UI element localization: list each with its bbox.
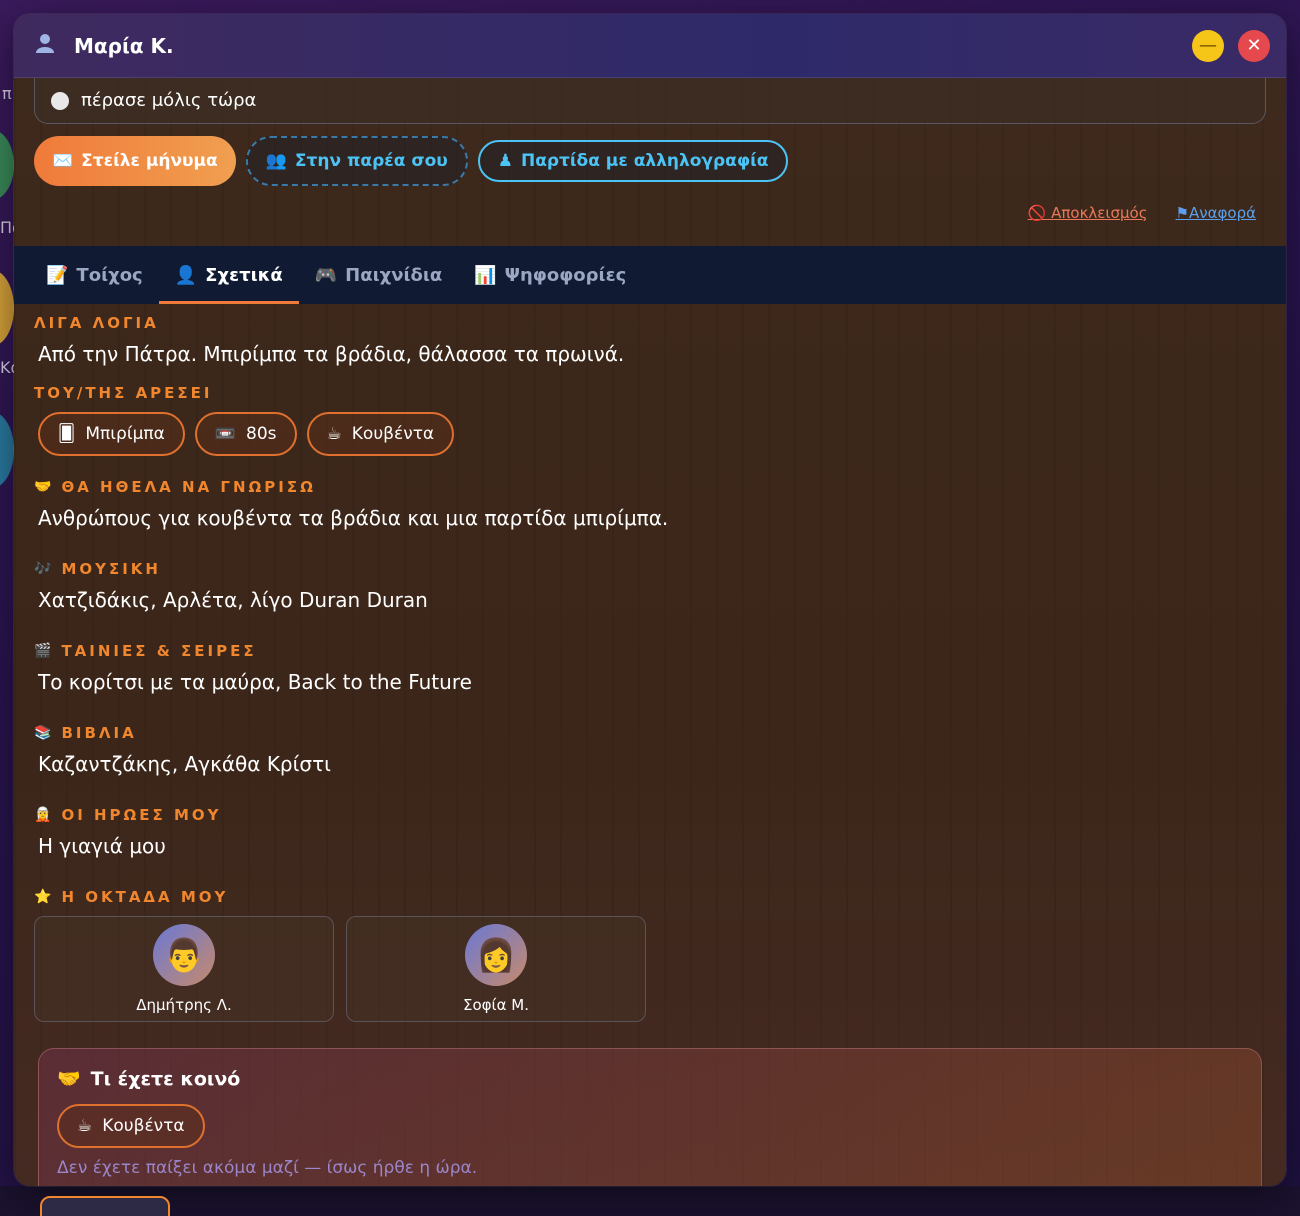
likes-list: 🂠 Μπιρίμπα 📼 80s ☕ Κουβέντα	[38, 412, 1266, 456]
background-bottom-bar	[0, 1186, 1300, 1216]
background-avatar	[0, 270, 14, 346]
heroes-text: Η γιαγιά μου	[38, 834, 166, 858]
like-chip[interactable]: 🂠 Μπιρίμπα	[38, 412, 185, 456]
flag-icon: ⚑	[1175, 204, 1189, 222]
team-member-name: Δημήτρης Λ.	[136, 996, 232, 1014]
bio-heading: ΛΙΓΑ ΛΟΓΙΑ	[34, 314, 159, 332]
bio-text: Από την Πάτρα. Μπιρίμπα τα βράδια, θάλασ…	[38, 342, 625, 366]
presence-text: πέρασε μόλις τώρα	[81, 90, 257, 111]
team-member-card[interactable]: 👨 Δημήτρης Λ.	[34, 916, 334, 1022]
common-note: Δεν έχετε παίξει ακόμα μαζί — ίσως ήρθε …	[57, 1158, 478, 1178]
correspondence-game-button[interactable]: ♟ Παρτίδα με αλληλογραφία	[477, 140, 789, 182]
tab-label: Ψηφοφορίες	[504, 264, 627, 286]
presence-status: πέρασε μόλις τώρα	[34, 78, 1266, 124]
meet-label: ΘΑ ΗΘΕΛΑ ΝΑ ΓΝΩΡΙΣΩ	[61, 478, 316, 496]
tab-label: Σχετικά	[205, 264, 283, 286]
chess-pawn-icon: ♟	[497, 151, 513, 171]
movies-text: Το κορίτσι με τα μαύρα, Back to the Futu…	[38, 670, 472, 694]
background-fragment: π	[2, 84, 12, 103]
team-member-card[interactable]: 👩 Σοφία Μ.	[346, 916, 646, 1022]
minimize-button[interactable]: —	[1192, 29, 1224, 62]
common-interest-label: Κουβέντα	[102, 1116, 185, 1136]
tab-about[interactable]: 👤 Σχετικά	[158, 246, 299, 304]
heroes-label: ΟΙ ΗΡΩΕΣ ΜΟΥ	[61, 806, 222, 824]
movies-label: ΤΑΙΝΙΕΣ & ΣΕΙΡΕΣ	[61, 642, 257, 660]
presence-dot-icon	[51, 91, 69, 110]
common-heading: 🤝 Τι έχετε κοινό	[57, 1067, 1243, 1091]
profile-tabs: 📝 Τοίχος 👤 Σχετικά 🎮 Παιχνίδια 📊 Ψηφοφορ…	[14, 246, 1286, 304]
profile-window: Μαρία Κ. — ✕ πέρασε μόλις τώρα ✉️ Στείλε…	[14, 14, 1286, 1186]
card-icon: 🂠	[58, 424, 76, 444]
user-icon: 👤	[174, 264, 198, 286]
team-heading: ⭐ Η ΟΚΤΑΔΑ ΜΟΥ	[34, 888, 1266, 906]
background-avatar	[0, 130, 14, 200]
report-link[interactable]: ⚑Αναφορά	[1176, 204, 1256, 222]
gamepad-icon: 🎮	[314, 264, 338, 286]
like-label: Μπιρίμπα	[85, 424, 165, 444]
profile-actions: ✉️ Στείλε μήνυμα 👥 Στην παρέα σου ♟ Παρτ…	[34, 136, 1286, 186]
coffee-icon: ☕	[77, 1116, 93, 1136]
star-icon: ⭐	[34, 889, 52, 905]
memo-icon: 📝	[46, 264, 69, 286]
hero-icon: 🧝	[34, 807, 52, 823]
moderation-links: 🚫 Αποκλεισμός ⚑Αναφορά	[1028, 204, 1256, 222]
about-section: ΛΙΓΑ ΛΟΓΙΑ Από την Πάτρα. Μπιρίμπα τα βρ…	[34, 314, 1266, 1022]
likes-heading: ΤΟΥ/ΤΗΣ ΑΡΕΣΕΙ	[34, 384, 213, 402]
tab-wall[interactable]: 📝 Τοίχος	[30, 246, 159, 304]
tab-games[interactable]: 🎮 Παιχνίδια	[299, 246, 459, 304]
books-text: Καζαντζάκης, Αγκάθα Κρίστι	[38, 752, 331, 776]
books-label: ΒΙΒΛΙΑ	[61, 724, 137, 742]
block-icon: 🚫	[1027, 204, 1047, 222]
team-label: Η ΟΚΤΑΔΑ ΜΟΥ	[61, 888, 229, 906]
books-icon: 📚	[34, 725, 52, 741]
user-icon	[34, 32, 56, 60]
music-heading: 🎶 ΜΟΥΣΙΚΗ	[34, 560, 1266, 578]
correspondence-game-label: Παρτίδα με αλληλογραφία	[520, 151, 769, 171]
handshake-icon: 🤝	[57, 1068, 81, 1090]
like-chip[interactable]: ☕ Κουβέντα	[306, 412, 455, 456]
title-bar: Μαρία Κ. — ✕	[14, 14, 1286, 78]
like-label: 80s	[246, 424, 277, 444]
add-friend-button[interactable]: 👥 Στην παρέα σου	[245, 136, 468, 186]
envelope-icon: ✉️	[52, 151, 74, 171]
team-list: 👨 Δημήτρης Λ. 👩 Σοφία Μ.	[34, 916, 1266, 1022]
background-avatar	[0, 412, 14, 488]
send-message-button[interactable]: ✉️ Στείλε μήνυμα	[34, 136, 236, 186]
block-label: Αποκλεισμός	[1051, 204, 1148, 222]
like-chip[interactable]: 📼 80s	[194, 412, 297, 456]
block-link[interactable]: 🚫 Αποκλεισμός	[1028, 204, 1148, 222]
coffee-icon: ☕	[326, 424, 342, 444]
common-interests-panel: 🤝 Τι έχετε κοινό ☕ Κουβέντα Δεν έχετε πα…	[38, 1048, 1262, 1186]
bar-chart-icon: 📊	[474, 264, 497, 286]
add-friend-label: Στην παρέα σου	[294, 151, 448, 171]
clapperboard-icon: 🎬	[34, 643, 52, 659]
books-heading: 📚 ΒΙΒΛΙΑ	[34, 724, 1266, 742]
profile-name: Μαρία Κ.	[74, 33, 174, 58]
people-icon: 👥	[265, 151, 287, 171]
common-title: Τι έχετε κοινό	[90, 1067, 241, 1090]
close-button[interactable]: ✕	[1238, 29, 1270, 62]
avatar: 👨	[153, 924, 215, 986]
meet-heading: 🤝 ΘΑ ΗΘΕΛΑ ΝΑ ΓΝΩΡΙΣΩ	[34, 478, 1266, 496]
music-label: ΜΟΥΣΙΚΗ	[61, 560, 161, 578]
music-text: Χατζιδάκις, Αρλέτα, λίγο Duran Duran	[38, 588, 428, 612]
movies-heading: 🎬 ΤΑΙΝΙΕΣ & ΣΕΙΡΕΣ	[34, 642, 1266, 660]
meet-text: Ανθρώπους για κουβέντα τα βράδια και μια…	[38, 506, 669, 530]
tab-label: Τοίχος	[76, 264, 143, 286]
tab-label: Παιχνίδια	[345, 264, 443, 286]
videocassette-icon: 📼	[214, 424, 237, 444]
background-bottom-tab	[40, 1196, 170, 1216]
heroes-heading: 🧝 ΟΙ ΗΡΩΕΣ ΜΟΥ	[34, 806, 1266, 824]
send-message-label: Στείλε μήνυμα	[81, 151, 218, 171]
handshake-icon: 🤝	[34, 479, 52, 495]
music-notes-icon: 🎶	[34, 561, 52, 577]
team-member-name: Σοφία Μ.	[463, 996, 529, 1014]
like-label: Κουβέντα	[351, 424, 435, 444]
tab-polls[interactable]: 📊 Ψηφοφορίες	[458, 246, 642, 304]
report-label: Αναφορά	[1188, 204, 1256, 222]
avatar: 👩	[465, 924, 527, 986]
common-interest-chip[interactable]: ☕ Κουβέντα	[57, 1104, 205, 1148]
